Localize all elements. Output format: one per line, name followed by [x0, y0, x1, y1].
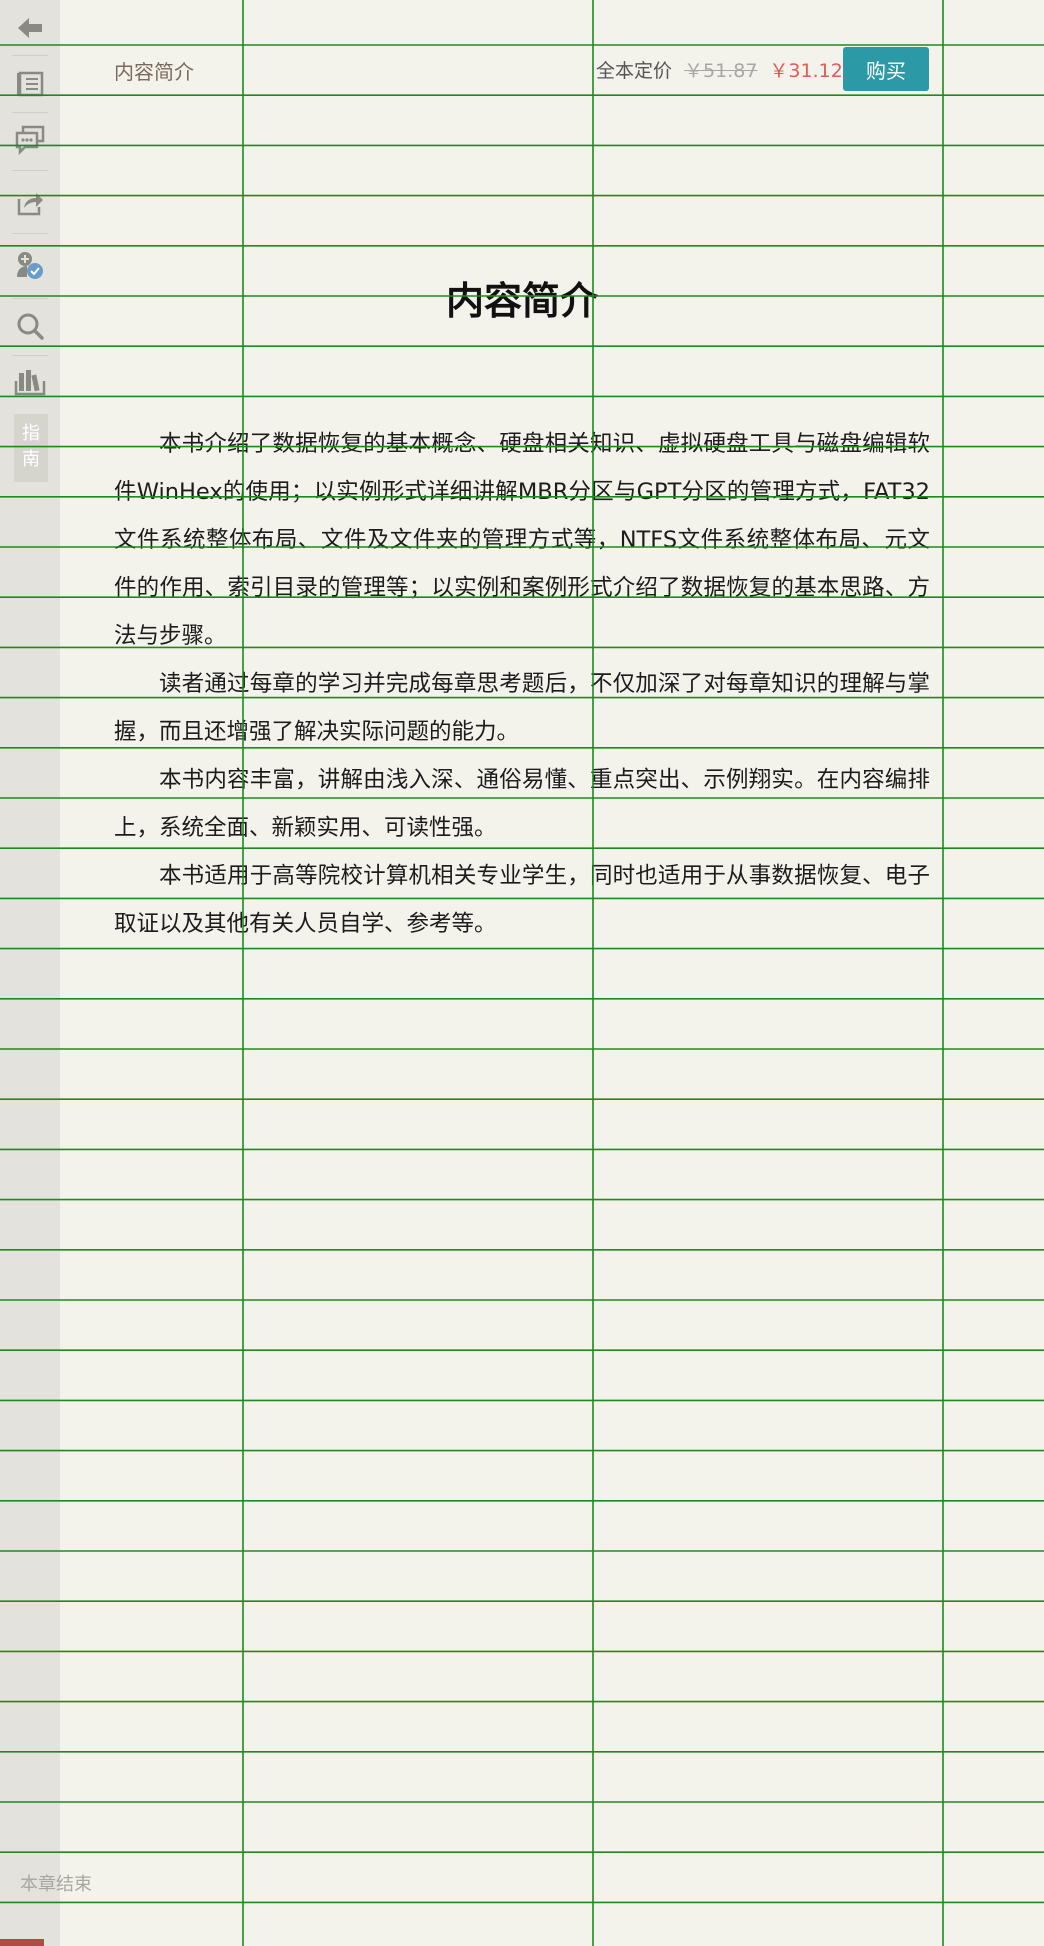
- chapter-end-label: 本章结束: [20, 1874, 92, 1895]
- bookshelf-icon: [14, 370, 46, 396]
- add-user-icon: [17, 252, 43, 279]
- search-button[interactable]: [0, 298, 60, 354]
- guide-label-2: 南: [22, 449, 40, 470]
- back-arrow-icon: [18, 18, 42, 38]
- paragraph: 读者通过每章的学习并完成每章思考题后，不仅加深了对每章知识的理解与掌握，而且还增…: [114, 671, 930, 745]
- sidebar-divider: [12, 170, 48, 171]
- paragraph: 本书内容丰富，讲解由浅入深、通俗易懂、重点突出、示例翔实。在内容编排上，系统全面…: [114, 767, 930, 841]
- reader-sidebar: 指 南: [0, 0, 60, 1946]
- paragraph: 本书适用于高等院校计算机相关专业学生，同时也适用于从事数据恢复、电子取证以及其他…: [114, 863, 930, 937]
- progress-marker: [0, 1939, 44, 1946]
- buy-button[interactable]: 购买: [843, 47, 929, 91]
- bookshelf-button[interactable]: [0, 354, 60, 410]
- comments-button[interactable]: [0, 112, 60, 168]
- chapter-title: 内容简介: [445, 279, 598, 323]
- sidebar-divider: [12, 233, 48, 234]
- price-current: ￥31.12: [769, 59, 843, 82]
- add-follow-button[interactable]: [0, 237, 60, 293]
- price-info: 全本定价 ￥51.87 ￥31.12: [596, 56, 843, 82]
- toc-button[interactable]: [0, 56, 60, 112]
- search-icon: [17, 313, 44, 340]
- price-original: ￥51.87: [684, 59, 758, 82]
- back-button[interactable]: [0, 0, 60, 56]
- price-label: 全本定价: [596, 59, 673, 82]
- guide-label-1: 指: [22, 423, 40, 444]
- reader-page: 指 南 内容简介 全本定价 ￥51.87 ￥31.12 购买 内容简介 本书介绍…: [0, 0, 1044, 1946]
- header-chapter-title: 内容简介: [114, 60, 194, 84]
- chapter-content: 本书介绍了数据恢复的基本概念、硬盘相关知识、虚拟硬盘工具与磁盘编辑软件WinHe…: [114, 420, 930, 948]
- guide-button[interactable]: 指 南: [14, 414, 48, 482]
- share-icon: [17, 193, 43, 216]
- paragraph: 本书介绍了数据恢复的基本概念、硬盘相关知识、虚拟硬盘工具与磁盘编辑软件WinHe…: [114, 431, 930, 649]
- share-button[interactable]: [0, 175, 60, 231]
- table-of-contents-icon: [17, 71, 44, 97]
- comments-icon: [15, 125, 45, 155]
